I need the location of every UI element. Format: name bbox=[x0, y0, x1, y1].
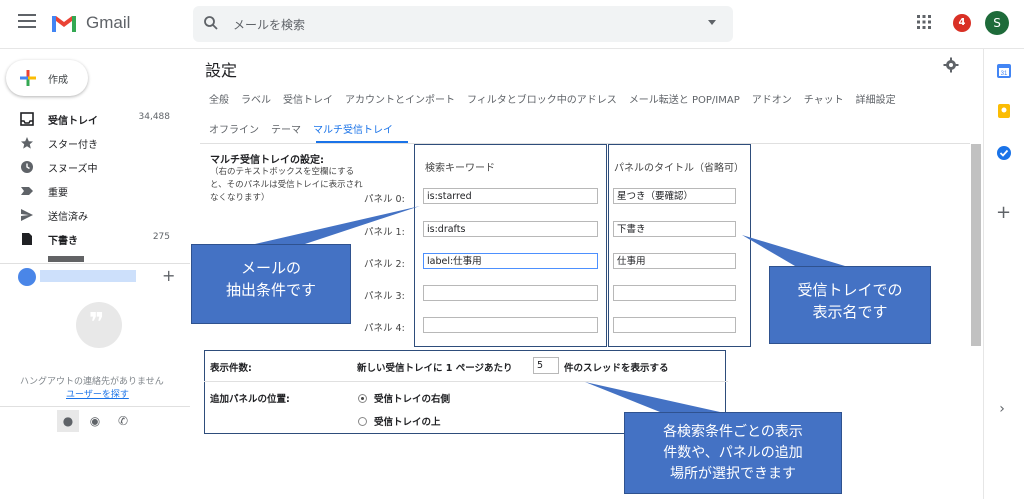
callout-pointer-title bbox=[742, 235, 845, 266]
callout-pointer-query bbox=[255, 206, 420, 244]
callout-title: 受信トレイでの 表示名です bbox=[769, 266, 931, 344]
callout-options: 各検索条件ごとの表示 件数や、パネルの追加 場所が選択できます bbox=[624, 412, 842, 494]
callout-pointers bbox=[255, 206, 845, 412]
callout-query: メールの 抽出条件です bbox=[191, 244, 351, 324]
callout-pointer-options bbox=[585, 382, 720, 412]
